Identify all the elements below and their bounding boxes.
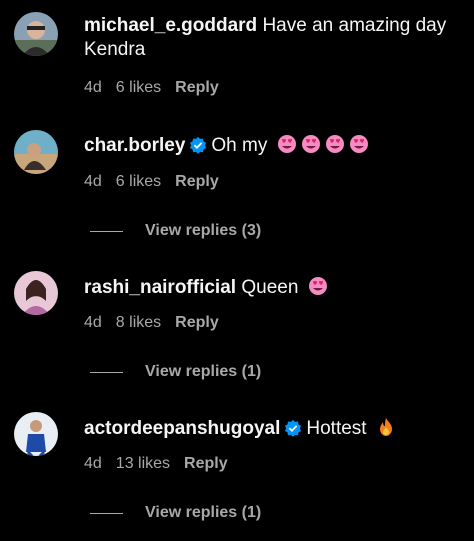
likes-count[interactable]: 6 likes bbox=[116, 79, 161, 97]
comment-time: 4d bbox=[84, 79, 102, 96]
reply-button[interactable]: Reply bbox=[184, 455, 228, 473]
divider bbox=[90, 371, 123, 373]
comment-text: michael_e.goddard Have an amazing day Ke… bbox=[84, 14, 454, 62]
comment-meta: 4d 6 likes Reply bbox=[84, 173, 219, 191]
reply-button[interactable]: Reply bbox=[175, 173, 219, 191]
comment-text: rashi_nairofficial Queen bbox=[84, 276, 454, 300]
username[interactable]: rashi_nairofficial bbox=[84, 277, 236, 298]
likes-count[interactable]: 13 likes bbox=[116, 455, 170, 473]
comment-body: Hottest bbox=[306, 418, 367, 439]
comment-text: char.borley Oh my bbox=[84, 134, 454, 158]
username[interactable]: actordeepanshugoyal bbox=[84, 418, 280, 439]
comment-time: 4d bbox=[84, 173, 102, 190]
divider bbox=[90, 512, 123, 514]
avatar[interactable] bbox=[14, 130, 58, 174]
view-replies-label: View replies (1) bbox=[145, 363, 262, 380]
avatar[interactable] bbox=[14, 12, 58, 56]
comment-meta: 4d 13 likes Reply bbox=[84, 455, 228, 473]
comment-body: Queen bbox=[241, 277, 299, 298]
comment-body: Oh my bbox=[211, 135, 268, 156]
likes-count[interactable]: 6 likes bbox=[116, 173, 161, 191]
divider bbox=[90, 230, 123, 232]
heart-eyes-emoji-icon bbox=[273, 135, 369, 156]
likes-count[interactable]: 8 likes bbox=[116, 314, 161, 332]
comment-time: 4d bbox=[84, 314, 102, 331]
view-replies-label: View replies (3) bbox=[145, 222, 262, 239]
username[interactable]: char.borley bbox=[84, 135, 185, 156]
view-replies-button[interactable]: View replies (3) bbox=[90, 222, 261, 240]
username[interactable]: michael_e.goddard bbox=[84, 15, 257, 36]
heart-eyes-emoji-icon bbox=[304, 277, 328, 298]
verified-badge-icon bbox=[190, 136, 207, 154]
view-replies-button[interactable]: View replies (1) bbox=[90, 363, 261, 381]
fire-emoji-icon bbox=[372, 418, 396, 439]
reply-button[interactable]: Reply bbox=[175, 79, 219, 97]
verified-badge-icon bbox=[285, 419, 302, 437]
comment-text: actordeepanshugoyal Hottest bbox=[84, 417, 454, 441]
reply-button[interactable]: Reply bbox=[175, 314, 219, 332]
comment-meta: 4d 6 likes Reply bbox=[84, 79, 219, 97]
avatar[interactable] bbox=[14, 412, 58, 456]
view-replies-label: View replies (1) bbox=[145, 504, 262, 521]
comment-meta: 4d 8 likes Reply bbox=[84, 314, 219, 332]
view-replies-button[interactable]: View replies (1) bbox=[90, 504, 261, 522]
avatar[interactable] bbox=[14, 271, 58, 315]
comment-time: 4d bbox=[84, 455, 102, 472]
